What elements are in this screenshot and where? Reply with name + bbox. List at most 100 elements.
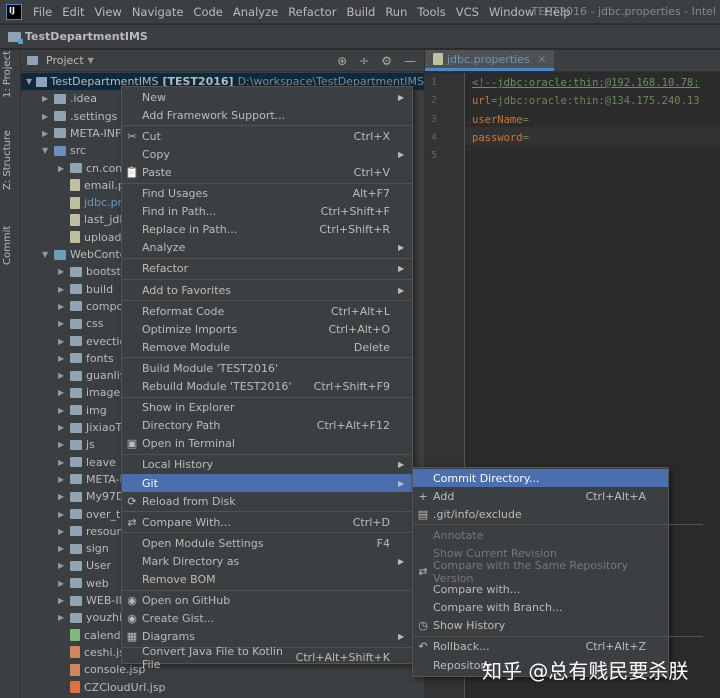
tree-row[interactable]: ▶ sign: [58, 540, 109, 557]
menu-item-reload-from-disk[interactable]: ⟳ Reload from Disk: [122, 492, 412, 510]
menu-item-remove-module[interactable]: Remove Module Delete: [122, 338, 412, 356]
menu-item-build-module-test2016[interactable]: Build Module 'TEST2016': [122, 359, 412, 377]
chevron-right-icon[interactable]: ▶: [58, 510, 70, 519]
menu-item-create-gist[interactable]: ◉ Create Gist...: [122, 610, 412, 628]
chevron-right-icon[interactable]: ▶: [42, 94, 54, 103]
menu-item-show-in-explorer[interactable]: Show in Explorer: [122, 399, 412, 417]
chevron-right-icon[interactable]: ▶: [58, 319, 70, 328]
menu-code[interactable]: Code: [188, 5, 227, 19]
tree-row[interactable]: ▶ build: [58, 281, 113, 298]
chevron-right-icon[interactable]: ▶: [58, 544, 70, 553]
tree-row[interactable]: ▶ css: [58, 315, 104, 332]
menu-run[interactable]: Run: [380, 5, 412, 19]
menu-file[interactable]: File: [28, 5, 57, 19]
tab-project[interactable]: 1: Project: [2, 51, 13, 98]
menu-item-open-in-terminal[interactable]: ▣ Open in Terminal: [122, 435, 412, 453]
chevron-right-icon[interactable]: ▶: [58, 596, 70, 605]
tree-row[interactable]: ▶ bootstr: [58, 263, 125, 280]
chevron-right-icon[interactable]: ▶: [42, 112, 54, 121]
menu-item-reformat-code[interactable]: Reformat Code Ctrl+Alt+L: [122, 302, 412, 320]
menu-view[interactable]: View: [90, 5, 127, 19]
tree-row[interactable]: ▶ resourc: [58, 523, 127, 540]
tree-row[interactable]: ▶ cn.com.: [58, 160, 130, 177]
chevron-right-icon[interactable]: ▶: [58, 475, 70, 484]
chevron-down-icon[interactable]: ▼: [26, 77, 36, 86]
menu-item-refactor[interactable]: Refactor ▶: [122, 260, 412, 278]
chevron-right-icon[interactable]: ▶: [58, 458, 70, 467]
tree-row[interactable]: ▶ web: [58, 575, 109, 592]
chevron-right-icon[interactable]: ▶: [58, 561, 70, 570]
hide-icon[interactable]: —: [404, 54, 416, 68]
menu-tools[interactable]: Tools: [412, 5, 450, 19]
tree-row[interactable]: ▶ compor: [58, 298, 128, 315]
menu-item-git-info-exclude[interactable]: ▤ .git/info/exclude: [413, 505, 668, 523]
menu-item-compare-with-branch[interactable]: Compare with Branch...: [413, 599, 668, 617]
tree-row[interactable]: ▶ fonts: [58, 350, 114, 367]
editor-tab-jdbc[interactable]: jdbc.properties ×: [425, 50, 555, 71]
chevron-right-icon[interactable]: ▶: [58, 613, 70, 622]
menu-item-optimize-imports[interactable]: Optimize Imports Ctrl+Alt+O: [122, 320, 412, 338]
menu-refactor[interactable]: Refactor: [283, 5, 341, 19]
chevron-right-icon[interactable]: ▶: [58, 285, 70, 294]
menu-navigate[interactable]: Navigate: [127, 5, 189, 19]
menu-item-replace-in-path[interactable]: Replace in Path... Ctrl+Shift+R: [122, 221, 412, 239]
menu-item-add-framework-support[interactable]: Add Framework Support...: [122, 106, 412, 124]
close-icon[interactable]: ×: [538, 54, 546, 65]
menu-item-rollback[interactable]: ↶ Rollback... Ctrl+Alt+Z: [413, 638, 668, 656]
project-view-selector[interactable]: Project: [46, 54, 84, 67]
chevron-down-icon[interactable]: ▼: [88, 56, 94, 65]
breadcrumb[interactable]: TestDepartmentIMS: [8, 30, 148, 44]
menu-item-open-module-settings[interactable]: Open Module Settings F4: [122, 534, 412, 552]
chevron-right-icon[interactable]: ▶: [58, 440, 70, 449]
menu-analyze[interactable]: Analyze: [228, 5, 283, 19]
menu-item-directory-path[interactable]: Directory Path Ctrl+Alt+F12: [122, 417, 412, 435]
menu-item-mark-directory-as[interactable]: Mark Directory as ▶: [122, 552, 412, 570]
menu-item-convert-java-file-to-kotlin-file[interactable]: Convert Java File to Kotlin File Ctrl+Alt…: [122, 645, 412, 671]
menu-edit[interactable]: Edit: [57, 5, 89, 19]
chevron-right-icon[interactable]: ▶: [58, 267, 70, 276]
menu-item-commit-directory[interactable]: Commit Directory...: [413, 469, 668, 487]
menu-vcs[interactable]: VCS: [451, 5, 484, 19]
tree-row[interactable]: ▶ .idea: [42, 90, 97, 107]
tree-row[interactable]: ▶ WEB-IN: [58, 592, 127, 609]
menu-item-new[interactable]: New ▶: [122, 88, 412, 106]
chevron-right-icon[interactable]: ▶: [58, 337, 70, 346]
tree-row[interactable]: ▶ leave: [58, 454, 116, 471]
tree-row[interactable]: upload: [58, 229, 121, 246]
chevron-right-icon[interactable]: ▶: [58, 423, 70, 432]
chevron-right-icon[interactable]: ▶: [58, 371, 70, 380]
chevron-down-icon[interactable]: ▼: [42, 250, 54, 259]
menu-item-paste[interactable]: 📋 Paste Ctrl+V: [122, 163, 412, 181]
menu-item-compare-with[interactable]: ⇄ Compare With... Ctrl+D: [122, 513, 412, 531]
tree-row[interactable]: ▶ js: [58, 436, 95, 453]
tree-row[interactable]: ▶ images: [58, 384, 126, 401]
menu-item-copy[interactable]: Copy ▶: [122, 145, 412, 163]
menu-item-diagrams[interactable]: ▦ Diagrams ▶: [122, 628, 412, 646]
menu-item-compare-with[interactable]: Compare with...: [413, 581, 668, 599]
tree-row[interactable]: jdbc.pro: [58, 194, 129, 211]
menu-item-remove-bom[interactable]: Remove BOM: [122, 571, 412, 589]
locate-icon[interactable]: ⊕: [337, 54, 347, 68]
chevron-right-icon[interactable]: ▶: [58, 302, 70, 311]
tree-row[interactable]: CZCloudUrl.jsp: [58, 679, 166, 696]
tab-commit[interactable]: Commit: [2, 226, 13, 265]
tree-row[interactable]: ▶ youzhis: [58, 609, 128, 626]
menu-item-add[interactable]: + Add Ctrl+Alt+A: [413, 487, 668, 505]
tree-row[interactable]: ▶ META-I: [58, 471, 123, 488]
tree-row[interactable]: ▼ src: [42, 142, 86, 159]
menu-item-cut[interactable]: ✂ Cut Ctrl+X: [122, 127, 412, 145]
menu-item-add-to-favorites[interactable]: Add to Favorites ▶: [122, 281, 412, 299]
chevron-right-icon[interactable]: ▶: [58, 579, 70, 588]
menu-item-show-history[interactable]: ◷ Show History: [413, 617, 668, 635]
menu-item-compare-with-the-same-repository-version[interactable]: ⇄ Compare with the Same Repository Versio…: [413, 559, 668, 585]
menu-item-annotate[interactable]: Annotate: [413, 526, 668, 544]
tree-row[interactable]: last_jdb: [58, 211, 126, 228]
tab-structure[interactable]: Z: Structure: [2, 130, 13, 190]
collapse-icon[interactable]: ÷: [359, 54, 369, 68]
tree-row[interactable]: ▶ over_tin: [58, 506, 130, 523]
chevron-right-icon[interactable]: ▶: [58, 492, 70, 501]
chevron-down-icon[interactable]: ▼: [42, 146, 54, 155]
tree-row[interactable]: ▶ img: [58, 402, 107, 419]
chevron-right-icon[interactable]: ▶: [42, 129, 54, 138]
tree-row[interactable]: email.p: [58, 177, 125, 194]
